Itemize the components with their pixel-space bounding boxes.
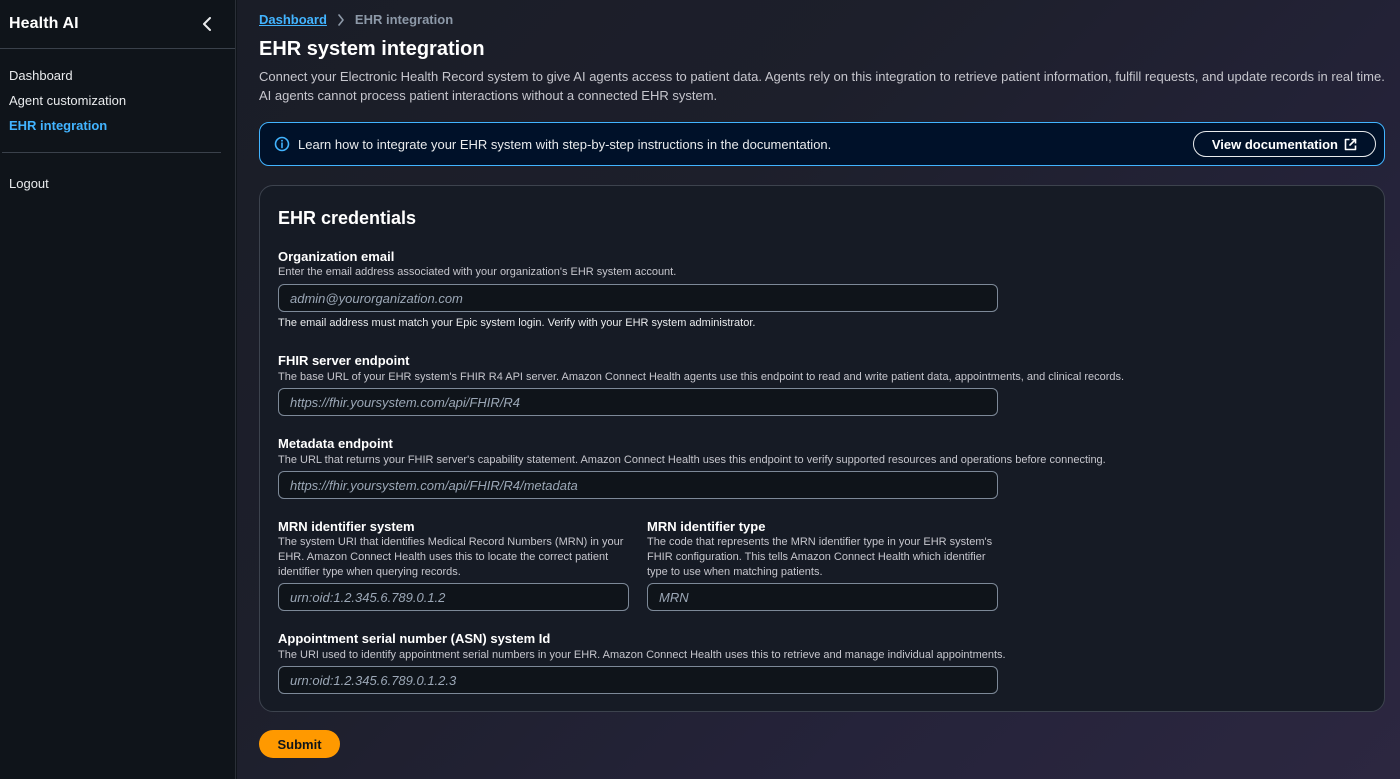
sidebar-item-ehr-integration[interactable]: EHR integration [9,117,235,142]
asn-system-description: The URI used to identify appointment ser… [278,649,1006,661]
breadcrumb-current: EHR integration [354,12,454,27]
asn-system-input[interactable] [278,666,998,694]
mrn-system-input[interactable] [278,583,629,611]
app-title: Health AI [9,15,79,32]
mrn-type-label: MRN identifier type [647,519,766,534]
fhir-endpoint-label: FHIR server endpoint [278,353,410,368]
mrn-system-description: The system URI that identifies Medical R… [278,536,624,578]
breadcrumb: Dashboard EHR integration [259,12,453,27]
card-title: EHR credentials [278,208,417,228]
sidebar-item-dashboard[interactable]: Dashboard [9,67,235,92]
info-banner: Learn how to integrate your EHR system w… [259,122,1385,166]
sidebar-nav: Dashboard Agent customization EHR integr… [0,49,235,142]
view-documentation-label: View documentation [1211,136,1338,152]
asn-system-label: Appointment serial number (ASN) system I… [278,631,551,646]
breadcrumb-dashboard-link[interactable]: Dashboard [259,12,327,27]
external-link-icon [1344,138,1357,151]
view-documentation-button[interactable]: View documentation [1192,131,1376,157]
main-content: Dashboard EHR integration EHR system int… [237,0,1400,779]
fhir-endpoint-input[interactable] [278,388,998,416]
metadata-endpoint-label: Metadata endpoint [278,436,393,451]
org-email-label: Organization email [278,249,395,264]
chevron-left-icon[interactable] [199,16,215,32]
mrn-type-description: The code that represents the MRN identif… [647,536,993,578]
sidebar-item-agent-customization[interactable]: Agent customization [9,92,235,117]
metadata-endpoint-description: The URL that returns your FHIR server's … [278,454,1106,466]
sidebar-header: Health AI [0,0,235,49]
org-email-description: Enter the email address associated with … [278,266,677,278]
ehr-credentials-card: EHR credentials Organization email Enter… [259,185,1385,712]
org-email-constraint: The email address must match your Epic s… [278,317,756,329]
sidebar-item-logout[interactable]: Logout [9,175,235,200]
info-icon [274,136,290,152]
mrn-system-label: MRN identifier system [278,519,415,534]
sidebar: Health AI Dashboard Agent customization … [0,0,236,779]
org-email-input[interactable] [278,284,998,312]
page-description: Connect your Electronic Health Record sy… [259,69,1385,103]
fhir-endpoint-description: The base URL of your EHR system's FHIR R… [278,371,1125,383]
page-title: EHR system integration [259,38,485,60]
chevron-right-icon [337,13,345,26]
metadata-endpoint-input[interactable] [278,471,998,499]
mrn-type-input[interactable] [647,583,998,611]
info-banner-text: Learn how to integrate your EHR system w… [298,136,832,152]
sidebar-bottom: Logout [0,153,235,200]
submit-button[interactable]: Submit [259,730,340,758]
